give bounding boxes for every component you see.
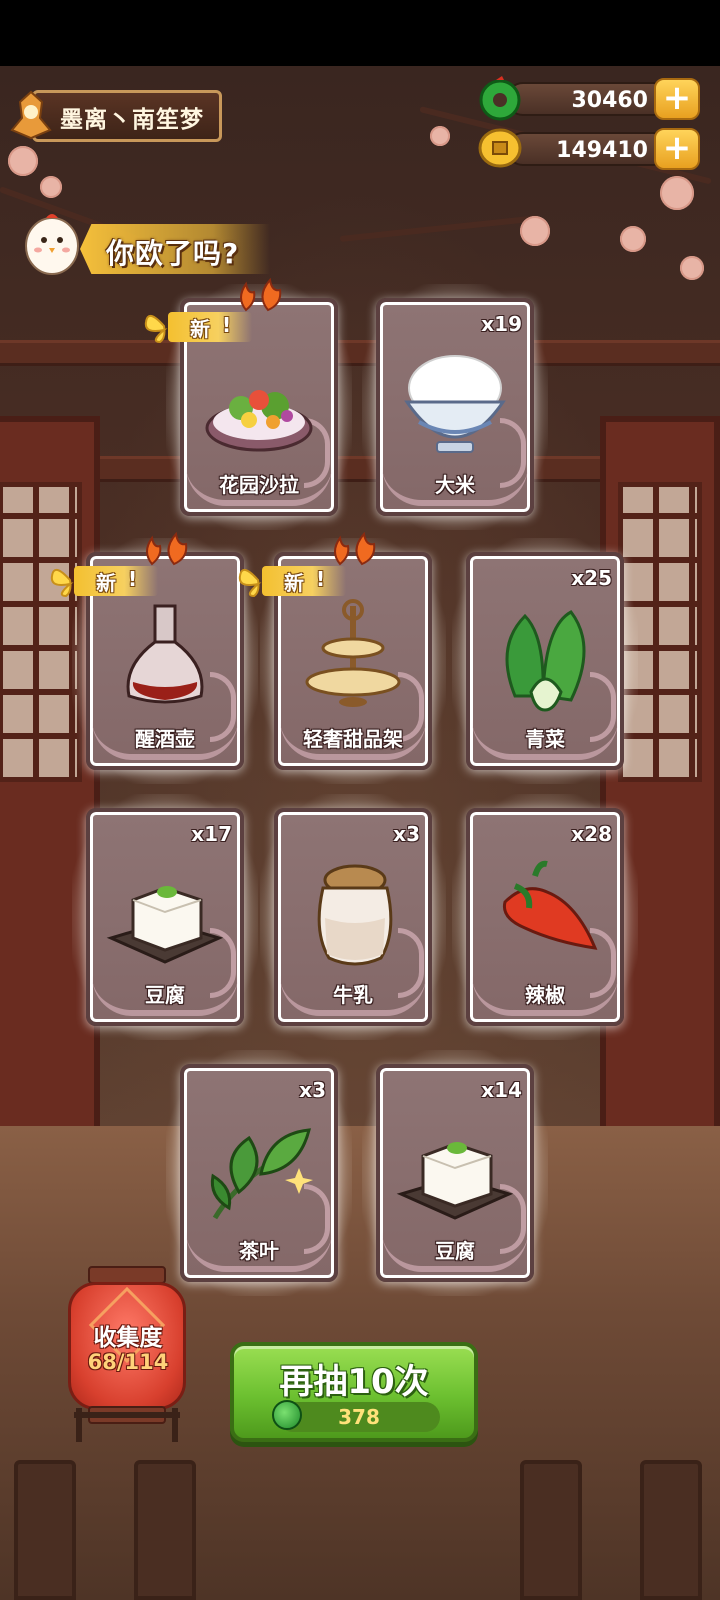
butterfly-icon — [238, 569, 262, 598]
item-count: x25 — [571, 566, 612, 590]
item-count: x19 — [481, 312, 522, 336]
coin-icon — [478, 128, 522, 168]
banner-text: 你欧了吗? — [106, 237, 240, 270]
chili-icon — [502, 860, 598, 950]
railing-post — [640, 1460, 702, 1600]
blossom-flower — [8, 146, 38, 176]
collection-progress: 68/114 — [87, 1350, 169, 1374]
add-jade-button[interactable]: + — [654, 78, 700, 120]
draw-cost: 378 — [278, 1402, 440, 1432]
coin-currency: 149410 + — [478, 128, 700, 170]
item-count: x3 — [393, 822, 420, 846]
blossom-flower — [680, 256, 704, 280]
new-label: 新 — [96, 571, 116, 595]
draw-again-button[interactable]: 再抽10次 378 — [230, 1342, 478, 1442]
item-card[interactable]: 轻奢甜品架 新! — [238, 532, 446, 784]
bok-choy-icon — [505, 610, 586, 712]
blossom-flower — [40, 176, 62, 198]
chick-mascot-icon — [25, 214, 79, 275]
draw-again-label: 再抽10次 — [279, 1362, 429, 1402]
player-name-badge[interactable]: 墨离丶南笙梦 — [6, 88, 222, 142]
item-name: 花园沙拉 — [219, 473, 299, 497]
item-name: 牛乳 — [333, 983, 373, 1007]
item-name: 豆腐 — [435, 1239, 475, 1263]
new-badge: 新! — [238, 560, 348, 600]
jade-amount: 30460 — [571, 88, 648, 113]
blossom-flower — [520, 216, 550, 246]
item-card[interactable]: 花园沙拉 新! — [144, 278, 352, 530]
item-name: 辣椒 — [525, 983, 565, 1007]
draw-cost-value: 378 — [338, 1405, 380, 1429]
collection-label: 收集度 — [93, 1325, 163, 1351]
item-card[interactable]: x28 辣椒 — [452, 794, 638, 1040]
item-card[interactable]: x3 牛乳 — [260, 794, 446, 1040]
wall-beam — [0, 340, 720, 366]
item-name: 豆腐 — [145, 983, 185, 1007]
item-card[interactable]: x19 大米 — [362, 284, 548, 530]
item-count: x28 — [571, 822, 612, 846]
decanter-icon — [126, 604, 204, 704]
butterfly-icon — [144, 315, 168, 344]
railing-post — [14, 1460, 76, 1600]
railing-post — [520, 1460, 582, 1600]
lucky-banner: 你欧了吗? — [80, 224, 270, 274]
exclamation-icon: ! — [316, 567, 326, 591]
milk-jar-icon — [317, 864, 393, 966]
jade-icon — [479, 76, 521, 121]
item-card[interactable]: 醒酒壶 新! — [50, 532, 258, 784]
jade-icon — [272, 1400, 302, 1430]
blossom-branch — [339, 215, 540, 242]
item-count: x14 — [481, 1078, 522, 1102]
new-badge: 新! — [144, 306, 254, 346]
player-name: 墨离丶南笙梦 — [60, 107, 204, 133]
collection-lantern[interactable]: 收集度 68/114 — [66, 1262, 190, 1442]
item-name: 醒酒壶 — [135, 727, 195, 751]
coin-amount: 149410 — [556, 138, 648, 163]
tofu-icon — [106, 886, 224, 964]
item-card[interactable]: x17 豆腐 — [72, 794, 258, 1040]
butterfly-icon — [50, 569, 74, 598]
item-name: 大米 — [435, 473, 475, 497]
rank-emblem-icon — [10, 90, 52, 140]
tofu-icon — [396, 1142, 514, 1220]
new-label: 新 — [284, 571, 304, 595]
tea-leaf-icon — [210, 1128, 313, 1220]
status-bar — [0, 0, 720, 66]
item-name: 青菜 — [525, 727, 565, 751]
salad-icon — [205, 390, 313, 452]
item-count: x3 — [299, 1078, 326, 1102]
item-name: 轻奢甜品架 — [303, 727, 403, 751]
item-count: x17 — [191, 822, 232, 846]
new-badge: 新! — [50, 560, 160, 600]
item-name: 茶叶 — [239, 1239, 279, 1263]
blossom-flower — [660, 176, 694, 210]
exclamation-icon: ! — [222, 313, 232, 337]
blossom-flower — [620, 226, 646, 252]
item-card[interactable]: x14 豆腐 — [362, 1050, 548, 1296]
blossom-flower — [430, 126, 450, 146]
item-card[interactable]: x3 茶叶 — [166, 1050, 352, 1296]
new-label: 新 — [190, 317, 210, 341]
item-card[interactable]: x25 青菜 — [452, 538, 638, 784]
railing-post — [134, 1460, 196, 1600]
rice-bowl-icon — [404, 355, 506, 453]
dessert-stand-icon — [305, 599, 401, 707]
exclamation-icon: ! — [128, 567, 138, 591]
add-coin-button[interactable]: + — [654, 128, 700, 170]
jade-currency: 30460 + — [479, 76, 700, 121]
